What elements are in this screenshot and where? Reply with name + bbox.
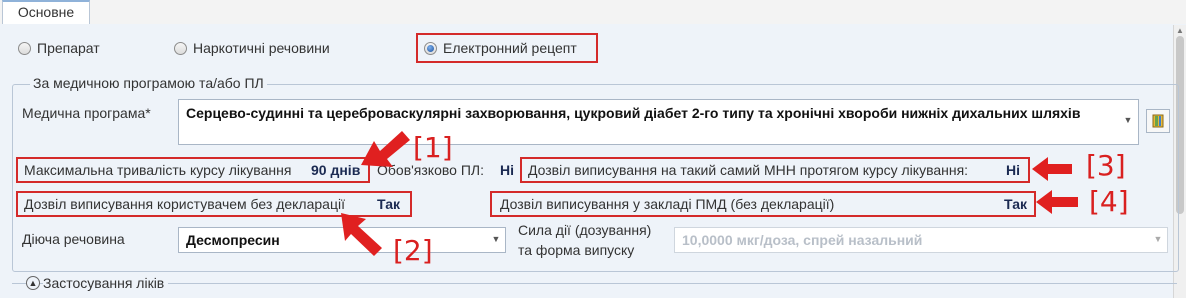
annotation-arrow-4: [1036, 190, 1078, 214]
annotation-arrow-3: [1032, 157, 1072, 181]
annotation-marker-3: [3]: [1086, 149, 1126, 182]
annotation-marker-1: [1]: [413, 131, 453, 164]
annotation-marker-4: [4]: [1089, 185, 1129, 218]
annotation-arrow-1: [361, 131, 410, 167]
annotation-marker-2: [2]: [393, 234, 433, 267]
annotation-arrows: [341, 131, 1078, 256]
annotation-arrow-2: [341, 213, 382, 256]
